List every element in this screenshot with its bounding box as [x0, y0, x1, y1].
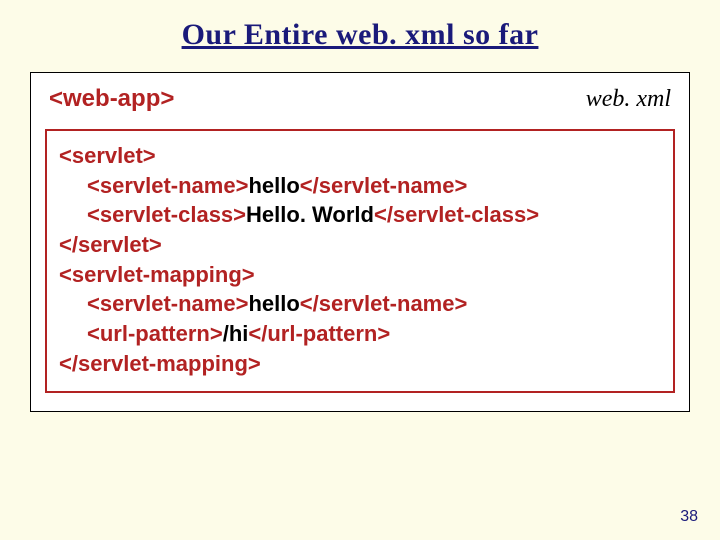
page-number: 38	[680, 508, 698, 526]
code-header-row: <web-app> web. xml	[45, 85, 675, 113]
code-line: <servlet-mapping>	[59, 260, 661, 290]
slide: Our Entire web. xml so far <web-app> web…	[0, 0, 720, 540]
code-line: <servlet>	[59, 141, 661, 171]
root-element-tag: <web-app>	[49, 85, 174, 113]
code-line: <servlet-name>hello</servlet-name>	[59, 289, 661, 319]
filename-label: web. xml	[586, 86, 671, 113]
code-line: </servlet>	[59, 230, 661, 260]
code-line: <url-pattern>/hi</url-pattern>	[59, 319, 661, 349]
code-inner-box: <servlet> <servlet-name>hello</servlet-n…	[45, 129, 675, 393]
slide-title: Our Entire web. xml so far	[30, 18, 690, 52]
code-outer-box: <web-app> web. xml <servlet> <servlet-na…	[30, 72, 690, 412]
code-line: <servlet-name>hello</servlet-name>	[59, 171, 661, 201]
code-line: <servlet-class>Hello. World</servlet-cla…	[59, 200, 661, 230]
code-line: </servlet-mapping>	[59, 349, 661, 379]
